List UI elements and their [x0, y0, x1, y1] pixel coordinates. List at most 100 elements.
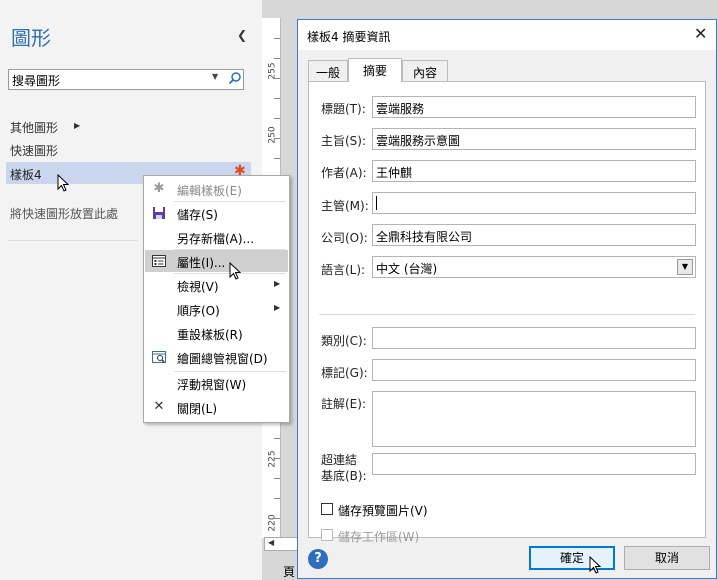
author-value: 王仲麒 — [376, 166, 413, 180]
tab-summary[interactable]: 摘要 — [348, 58, 402, 82]
chevron-right-icon: ▶ — [74, 121, 81, 130]
menu-item-float-window[interactable]: 浮動視窗(W) — [145, 372, 288, 394]
save-icon — [153, 207, 165, 219]
ruler-label: 220 — [267, 514, 278, 532]
title-label: 標題(T): — [321, 102, 366, 116]
manager-label: 主管(M): — [321, 199, 369, 213]
menu-item-save-as[interactable]: 另存新檔(A)... — [145, 226, 288, 248]
summary-panel: 標題(T): 雲端服務 主旨(S): 雲端服務示意圖 作者(A): 王仲麒 主管… — [308, 81, 706, 544]
page-tab[interactable]: 頁 — [283, 563, 295, 580]
mouse-cursor-icon — [589, 556, 601, 574]
ruler-tick — [274, 38, 280, 39]
close-x-icon: ✕ — [153, 399, 165, 414]
author-label: 作者(A): — [321, 166, 367, 180]
chevron-down-icon[interactable]: ▼ — [677, 259, 693, 275]
collapse-pane-icon[interactable]: ❮ — [237, 28, 247, 42]
subject-field[interactable]: 雲端服務示意圖 — [372, 128, 696, 150]
tab-general[interactable]: 一般 — [308, 60, 348, 81]
quick-shapes-item[interactable]: 快速圖形 — [10, 142, 58, 159]
ruler-tick — [274, 78, 280, 79]
company-field[interactable]: 全鼎科技有限公司 — [372, 224, 696, 246]
manager-field[interactable] — [372, 192, 696, 214]
menu-item-reset-stencil[interactable]: 重設樣板(R) — [145, 322, 288, 344]
subject-label: 主旨(S): — [321, 134, 367, 148]
ruler-tick — [274, 118, 280, 119]
dialog-title: 樣板4 摘要資訊 — [307, 30, 391, 44]
author-field[interactable]: 王仲麒 — [372, 160, 696, 182]
hyperlink-base-field[interactable] — [372, 453, 696, 475]
company-label: 公司(O): — [321, 231, 368, 245]
language-value: 中文 (台灣) — [376, 262, 438, 276]
menu-item-properties[interactable]: 屬性(I)... — [145, 250, 288, 272]
star-icon: ✱ — [153, 181, 165, 196]
ruler-tick — [274, 518, 280, 519]
tab-label: 一般 — [315, 66, 340, 80]
menu-item-label: 浮動視窗(W) — [177, 378, 247, 392]
hyperlink-label-line1: 超連結 — [321, 453, 358, 467]
tags-field[interactable] — [372, 359, 696, 381]
tab-label: 內容 — [412, 66, 437, 80]
menu-item-label: 另存新檔(A)... — [177, 232, 255, 246]
scroll-left-icon[interactable]: ◀ — [268, 538, 274, 547]
menu-item-close[interactable]: ✕ 關閉(L) — [145, 396, 288, 418]
menu-item-label: 編輯樣板(E) — [177, 184, 242, 198]
tags-label: 標記(G): — [321, 366, 368, 380]
search-shapes-input[interactable]: 搜尋圖形 ▼ — [8, 69, 244, 90]
ruler-tick — [274, 98, 280, 99]
category-label: 類別(C): — [321, 334, 367, 348]
summary-info-dialog: 樣板4 摘要資訊 ✕ 一般 摘要 內容 標題(T): 雲端服務 主旨(S): 雲… — [297, 19, 717, 579]
language-label: 語言(L): — [321, 263, 366, 277]
company-value: 全鼎科技有限公司 — [376, 230, 473, 244]
menu-item-drawing-explorer[interactable]: 繪圖總管視窗(D) — [145, 346, 288, 368]
ruler-label: 250 — [267, 126, 278, 144]
ruler-label: 225 — [267, 450, 278, 468]
comments-field[interactable] — [372, 391, 696, 447]
properties-icon — [152, 255, 166, 267]
ok-button[interactable]: 確定 — [529, 546, 615, 570]
ruler-tick — [274, 138, 280, 139]
save-preview-checkbox[interactable] — [321, 503, 333, 515]
ruler-tick — [274, 458, 280, 459]
chevron-right-icon: ▶ — [274, 303, 281, 312]
dialog-titlebar[interactable]: 樣板4 摘要資訊 ✕ — [298, 20, 716, 50]
menu-item-order[interactable]: 順序(O) ▶ — [145, 298, 288, 320]
ruler-tick — [274, 498, 280, 499]
menu-item-view[interactable]: 檢視(V) ▶ — [145, 274, 288, 296]
drop-hint: 將快速圖形放置此處 — [10, 207, 119, 221]
save-workspace-label: 儲存工作區(W) — [338, 530, 420, 544]
ruler-tick — [274, 438, 280, 439]
save-workspace-checkbox[interactable] — [321, 529, 333, 541]
menu-item-label: 重設樣板(R) — [177, 328, 243, 342]
context-menu: ✱ 編輯樣板(E) 儲存(S) 另存新檔(A)... 屬性(I)... 檢視(V… — [143, 175, 290, 423]
hyperlink-label-line2: 基底(B): — [321, 469, 367, 483]
menu-item-edit-stencil[interactable]: ✱ 編輯樣板(E) — [145, 178, 288, 200]
close-icon[interactable]: ✕ — [694, 24, 707, 43]
menu-item-label: 儲存(S) — [177, 208, 218, 222]
menu-item-save[interactable]: 儲存(S) — [145, 202, 288, 224]
stencil-label: 樣板4 — [10, 168, 42, 182]
more-shapes-item[interactable]: 其他圖形 — [10, 119, 58, 136]
title-value: 雲端服務 — [376, 102, 425, 116]
text-caret — [376, 196, 377, 210]
ruler-tick — [274, 478, 280, 479]
save-preview-label: 儲存預覽圖片(V) — [338, 504, 428, 518]
title-field[interactable]: 雲端服務 — [372, 96, 696, 118]
comments-label: 註解(E): — [321, 397, 366, 411]
pane-title: 圖形 — [11, 26, 51, 50]
tab-contents[interactable]: 內容 — [402, 60, 448, 81]
search-icon[interactable] — [228, 71, 242, 85]
menu-item-label: 繪圖總管視窗(D) — [177, 352, 268, 366]
language-select[interactable]: 中文 (台灣) ▼ — [372, 256, 696, 278]
cancel-button[interactable]: 取消 — [624, 546, 710, 570]
tab-label: 摘要 — [362, 64, 387, 78]
divider — [319, 314, 695, 315]
ruler-tick — [274, 158, 280, 159]
menu-item-label: 檢視(V) — [177, 280, 219, 294]
divider — [8, 240, 138, 241]
subject-value: 雲端服務示意圖 — [376, 134, 461, 148]
menu-item-label: 屬性(I)... — [177, 256, 226, 270]
chevron-right-icon: ▶ — [274, 279, 281, 288]
chevron-down-icon[interactable]: ▼ — [212, 72, 218, 81]
help-button[interactable]: ? — [308, 549, 328, 569]
category-field[interactable] — [372, 327, 696, 349]
